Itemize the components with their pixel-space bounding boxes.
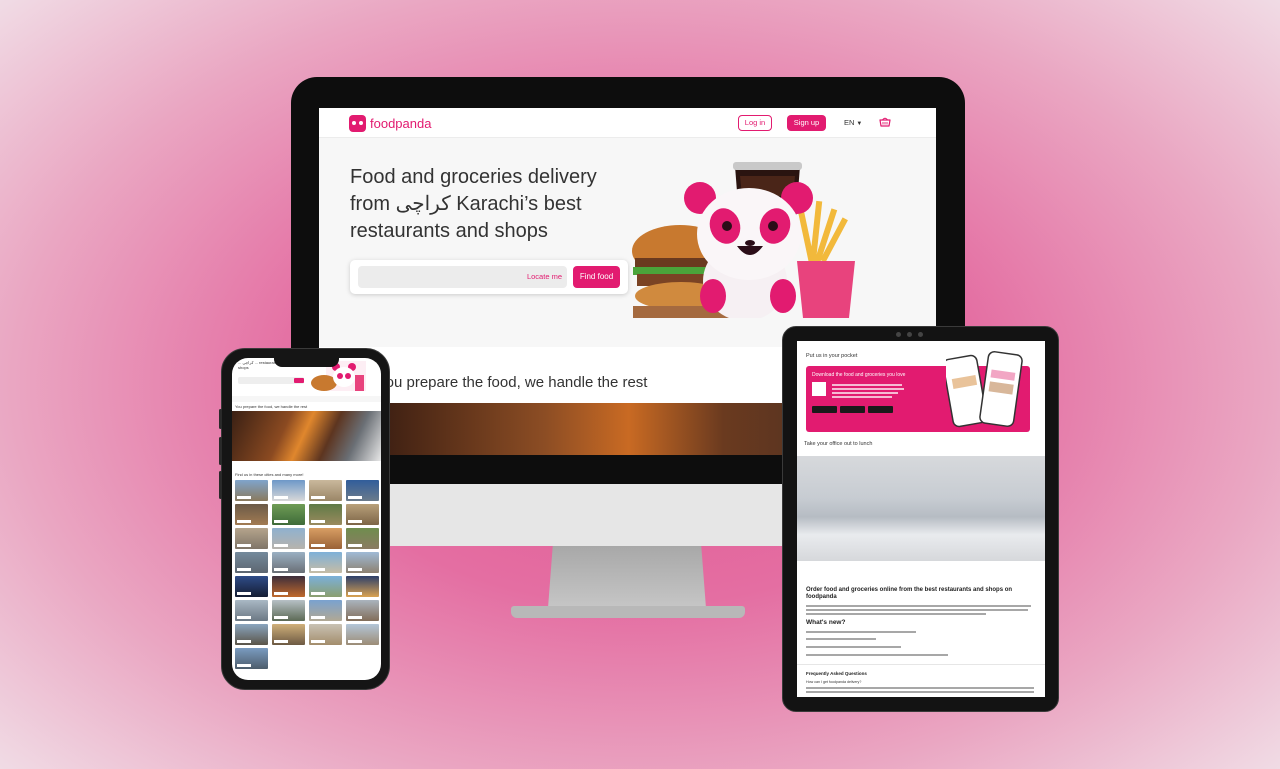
city-tile[interactable] — [346, 576, 379, 597]
app-download-banner: Download the food and groceries you love — [806, 351, 1030, 432]
city-tile[interactable] — [309, 528, 342, 549]
phone-device: ... کراچی ... restaurants and shops You … — [219, 348, 390, 690]
city-tile[interactable] — [272, 480, 305, 501]
city-tile[interactable] — [346, 600, 379, 621]
phone-side-button — [219, 437, 222, 465]
city-tile[interactable] — [235, 576, 268, 597]
city-tile[interactable] — [235, 552, 268, 573]
app-gallery-badge[interactable] — [868, 406, 893, 413]
faq-answer-line — [806, 691, 1034, 693]
phone-notch — [274, 358, 339, 367]
city-tile[interactable] — [346, 552, 379, 573]
app-banner-title: Download the food and groceries you love — [812, 372, 906, 378]
city-tile[interactable] — [309, 576, 342, 597]
feature-line — [806, 646, 901, 648]
phone-side-button — [219, 409, 222, 429]
top-navbar: foodpanda Log in Sign up EN ▼ — [319, 108, 936, 138]
language-selector[interactable]: EN ▼ — [844, 118, 862, 127]
city-grid — [235, 480, 379, 669]
monitor-base — [511, 606, 745, 618]
pocket-title: Put us in your pocket — [806, 353, 858, 359]
city-tile[interactable] — [309, 624, 342, 645]
brand-name: foodpanda — [370, 116, 432, 131]
faq-question[interactable]: How can I get foodpanda delivery? — [806, 680, 861, 684]
city-tile[interactable] — [346, 504, 379, 525]
faq-title: Frequently Asked Questions — [806, 671, 867, 676]
phone-find-food-button[interactable] — [294, 378, 304, 383]
city-tile[interactable] — [235, 648, 268, 669]
whats-new-title: What's new? — [806, 619, 846, 626]
phone-cities-title: Find us in these cities and many more! — [235, 472, 304, 477]
city-tile[interactable] — [272, 504, 305, 525]
city-tile[interactable] — [346, 624, 379, 645]
city-tile[interactable] — [346, 528, 379, 549]
city-tile[interactable] — [272, 600, 305, 621]
banner-text-line — [832, 396, 892, 398]
address-input[interactable]: Locate me — [358, 266, 567, 288]
city-tile[interactable] — [235, 528, 268, 549]
city-tile[interactable] — [272, 576, 305, 597]
banner-text-line — [832, 392, 898, 394]
tablet-device: Put us in your pocket Download the food … — [782, 326, 1059, 712]
city-tile[interactable] — [346, 480, 379, 501]
city-tile[interactable] — [235, 480, 268, 501]
feature-line — [806, 638, 876, 640]
phone-side-button — [219, 471, 222, 499]
city-tile[interactable] — [309, 480, 342, 501]
phone-section-title: You prepare the food, we handle the rest — [235, 404, 308, 409]
address-search-card: Locate me Find food — [350, 260, 628, 294]
faq-divider — [797, 664, 1045, 665]
phone-divider — [232, 396, 381, 402]
locate-me-link[interactable]: Locate me — [527, 272, 562, 281]
body-text-line — [806, 605, 1031, 607]
section-title: You prepare the food, we handle the rest — [377, 374, 648, 391]
login-button[interactable]: Log in — [738, 115, 772, 131]
banner-text-line — [832, 388, 904, 390]
app-store-badge[interactable] — [812, 406, 837, 413]
app-screens-illustration — [946, 351, 1023, 428]
basket-icon[interactable] — [879, 116, 891, 128]
city-tile[interactable] — [235, 600, 268, 621]
tablet-camera — [907, 332, 912, 337]
panda-hero-illustration — [632, 162, 855, 318]
monitor-stand — [548, 546, 706, 608]
faq-answer-line — [806, 687, 1034, 689]
tablet-camera — [896, 332, 901, 337]
tablet-camera — [918, 332, 923, 337]
city-tile[interactable] — [272, 528, 305, 549]
city-tile[interactable] — [272, 624, 305, 645]
qr-code-icon — [812, 382, 826, 396]
brand-logo[interactable]: foodpanda — [349, 115, 431, 132]
office-title: Take your office out to lunch — [804, 441, 873, 447]
phone-screen: ... کراچی ... restaurants and shops You … — [232, 358, 381, 680]
order-title: Order food and groceries online from the… — [806, 587, 1013, 600]
banner-text-line — [832, 384, 902, 386]
feature-line — [806, 654, 948, 656]
phone-kitchen-photo — [232, 411, 381, 461]
body-text-line — [806, 613, 986, 615]
city-tile[interactable] — [272, 552, 305, 573]
find-food-button[interactable]: Find food — [573, 266, 620, 288]
feature-line — [806, 631, 916, 633]
google-play-badge[interactable] — [840, 406, 865, 413]
office-lunch-photo — [797, 456, 1045, 561]
language-label: EN — [844, 118, 855, 127]
hero-title: Food and groceries delivery from کراچی K… — [350, 166, 597, 242]
city-tile[interactable] — [235, 504, 268, 525]
panda-face-icon — [349, 115, 366, 132]
signup-button[interactable]: Sign up — [787, 115, 826, 131]
city-tile[interactable] — [309, 504, 342, 525]
body-text-line — [806, 609, 1028, 611]
city-tile[interactable] — [235, 624, 268, 645]
city-tile[interactable] — [309, 600, 342, 621]
city-tile[interactable] — [309, 552, 342, 573]
caret-down-icon: ▼ — [856, 121, 863, 127]
tablet-screen: Put us in your pocket Download the food … — [797, 341, 1045, 697]
